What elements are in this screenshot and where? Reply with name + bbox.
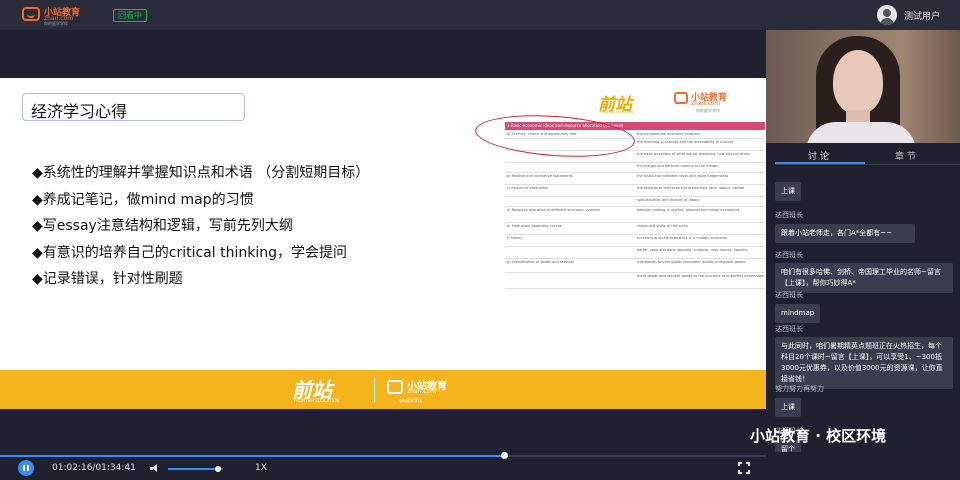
syllabus-content-cell: the distinction between facts and value … bbox=[637, 174, 729, 178]
syllabus-table-row: the margin and decision making at the ma… bbox=[505, 163, 765, 173]
syllabus-content-cell: shape and shifts of the curve bbox=[637, 224, 689, 228]
footer-brand-domain: zhan.com bbox=[407, 388, 437, 395]
tab-divider bbox=[775, 164, 960, 165]
chat-message: 达西班长咱们有很多哈佛、剑桥、帝国理工毕业的名师~留言【上课】，帮你巧妙得A* bbox=[775, 250, 953, 293]
syllabus-table-row: specialisation and division of labour bbox=[505, 197, 765, 207]
slide-title-box: 经济学习心得 bbox=[22, 93, 245, 121]
tab-discussion[interactable]: 讨 论 bbox=[808, 149, 829, 162]
zhan-logo-icon bbox=[387, 380, 403, 394]
playback-speed-button[interactable]: 1X bbox=[255, 463, 267, 473]
replay-status-badge: 回看中 bbox=[113, 9, 147, 22]
footer-brand-slogan: 你的留学学伴 bbox=[398, 398, 422, 403]
volume-fill bbox=[168, 468, 218, 470]
chat-bubble: 与此同时，咱们暑期精英点题班正在火热招生，每个科目20个课时~留言【上课】，可以… bbox=[775, 337, 953, 389]
syllabus-table-row: merit goods and demerit goods as the out… bbox=[505, 273, 765, 289]
user-avatar-icon[interactable] bbox=[877, 5, 897, 25]
slide-brand-header: 前站 FRONTIER EDUCATION 小站教育 zhan.com 你的留学… bbox=[598, 88, 758, 116]
chat-message: 努力努力再努力 上课 bbox=[775, 384, 824, 417]
lecture-slide: 经济学习心得 ◆系统性的理解并掌握知识点和术语 （分割短期目标） ◆养成记笔记，… bbox=[0, 78, 766, 409]
red-annotation-circle bbox=[473, 110, 637, 162]
syllabus-topic-cell: c) Factors of production bbox=[507, 186, 549, 190]
footer-divider bbox=[374, 378, 375, 402]
chat-message: 达西班长与此同时，咱们暑期精英点题班正在火热招生，每个科目20个课时~留言【上课… bbox=[775, 324, 953, 389]
chat-sender: 达西班长 bbox=[775, 291, 803, 299]
slide-bullet: ◆有意识的培养自己的critical thinking，学会提问 bbox=[32, 244, 347, 261]
syllabus-content-cell: the basic questions of what will be prod… bbox=[637, 152, 750, 156]
footer-brand-subtitle: FRONTIER EDUCATION bbox=[294, 398, 339, 403]
slide-bullet: ◆记录错误，针对性刷题 bbox=[32, 271, 183, 287]
volume-handle[interactable] bbox=[214, 466, 221, 472]
syllabus-content-cell: barter, cash and bank deposits, cheques,… bbox=[637, 248, 748, 252]
syllabus-table-row: e) Production possibility curves shape an… bbox=[505, 223, 765, 235]
pause-button[interactable] bbox=[18, 460, 34, 476]
slide-bullet: ◆写essay注意结构和逻辑，写前先列大纲 bbox=[32, 218, 293, 234]
syllabus-table-row: g) Classification of goods and services f… bbox=[505, 259, 765, 273]
syllabus-table-row: barter, cash and bank deposits, cheques,… bbox=[505, 247, 765, 259]
tab-chapter[interactable]: 章 节 bbox=[895, 149, 916, 162]
chat-message: 上课 bbox=[775, 178, 801, 201]
syllabus-table-row: c) Factors of production the rewards to t… bbox=[505, 185, 765, 197]
chat-bubble: 上课 bbox=[775, 182, 801, 201]
syllabus-topic-cell: b) Positive and normative statements bbox=[507, 174, 573, 178]
slide-footer-band: 前站 FRONTIER EDUCATION 小站教育 zhan.com 你的留学… bbox=[0, 370, 766, 409]
chat-sender: 达西班长 bbox=[775, 251, 803, 259]
syllabus-topic-cell: d) Resource allocation in different econ… bbox=[507, 208, 600, 212]
chat-sender: 达西班长 bbox=[775, 325, 803, 333]
slide-brand-slogan: 你的留学学伴 bbox=[696, 108, 720, 113]
chat-bubble: 跟着小站老师走，各门A*全都有~~ bbox=[775, 224, 915, 243]
syllabus-content-cell: decision making in market, planned and m… bbox=[637, 208, 740, 212]
slide-title: 经济学习心得 bbox=[31, 102, 128, 121]
syllabus-table-row: b) Positive and normative statements the … bbox=[505, 173, 765, 185]
chat-message: 达西班长跟着小站老师走，各门A*全都有~~ bbox=[775, 210, 915, 243]
discussion-list[interactable]: 上课 达西班长 跟着小站老师走，各门A*全都有~~ 达西班长 咱们有很多哈佛、剑桥、帝国… bbox=[775, 172, 960, 452]
zhan-logo[interactable]: 小站教育 zhan.com 你的留学学伴 bbox=[22, 5, 84, 26]
chat-bubble: 上课 bbox=[775, 398, 801, 417]
chat-bubble: 咱们有很多哈佛、剑桥、帝国理工毕业的名师~留言【上课】，帮你巧妙得A* bbox=[775, 263, 953, 293]
fullscreen-icon[interactable] bbox=[738, 462, 750, 474]
logo-slogan: 你的留学学伴 bbox=[44, 21, 68, 26]
playback-time: 01:02:16/01:34:41 bbox=[52, 463, 136, 473]
campus-watermark: 小站教育 · 校区环境 bbox=[750, 427, 887, 445]
syllabus-table-row: f) Money functions and characteristics in… bbox=[505, 235, 765, 247]
syllabus-table-row: d) Resource allocation in different econ… bbox=[505, 207, 765, 223]
syllabus-content-cell: merit goods and demerit goods as the out… bbox=[637, 274, 765, 278]
slide-bullet: ◆养成记笔记，做mind map的习惯 bbox=[32, 191, 254, 208]
syllabus-content-cell: the margin and decision making at the ma… bbox=[637, 164, 719, 168]
syllabus-table: 1 Basic economic ideas and resource allo… bbox=[505, 122, 765, 362]
syllabus-content-cell: the meaning of scarcity and the inevitab… bbox=[637, 140, 734, 144]
zhan-logo-icon bbox=[22, 7, 40, 21]
slide-brand-domain: zhan.com bbox=[691, 100, 721, 107]
syllabus-content-cell: the fundamental economic problem bbox=[637, 132, 700, 136]
slide-bullet-list: ◆系统性的理解并掌握知识点和术语 （分割短期目标） ◆养成记笔记，做mind m… bbox=[32, 160, 502, 293]
slide-bullet: ◆系统性的理解并掌握知识点和术语 （分割短期目标） bbox=[32, 165, 370, 181]
top-bar: 小站教育 zhan.com 你的留学学伴 回看中 测试用户 bbox=[0, 0, 960, 30]
chat-bubble: mindmap bbox=[775, 304, 821, 323]
syllabus-content-cell: specialisation and division of labour bbox=[637, 198, 700, 202]
player-controls: 01:02:16/01:34:41 1X bbox=[0, 457, 766, 480]
teacher-video[interactable] bbox=[766, 30, 960, 143]
volume-slider[interactable] bbox=[168, 466, 223, 472]
syllabus-content-cell: functions and characteristics in a moder… bbox=[637, 236, 727, 240]
chat-message: 达西班长 mindmap bbox=[775, 290, 821, 323]
zhan-logo-icon bbox=[674, 92, 688, 104]
frontier-brand-subtitle: FRONTIER EDUCATION bbox=[600, 110, 634, 114]
user-name[interactable]: 测试用户 bbox=[904, 9, 940, 22]
syllabus-topic-cell: f) Money bbox=[507, 236, 523, 240]
syllabus-topic-cell: g) Classification of goods and services bbox=[507, 260, 575, 264]
chat-sender: 努力努力再努力 bbox=[775, 385, 824, 393]
volume-icon[interactable] bbox=[150, 464, 160, 473]
syllabus-content-cell: the rewards to the factors of production… bbox=[637, 186, 745, 190]
chat-sender: 达西班长 bbox=[775, 211, 803, 219]
syllabus-topic-cell: e) Production possibility curves bbox=[507, 224, 562, 228]
player-app: 小站教育 zhan.com 你的留学学伴 回看中 测试用户 经济学习心得 ◆系统… bbox=[0, 0, 960, 480]
syllabus-content-cell: free goods, private goods (economic good… bbox=[637, 260, 746, 264]
side-panel-tabs: 讨 论 章 节 bbox=[775, 144, 960, 166]
